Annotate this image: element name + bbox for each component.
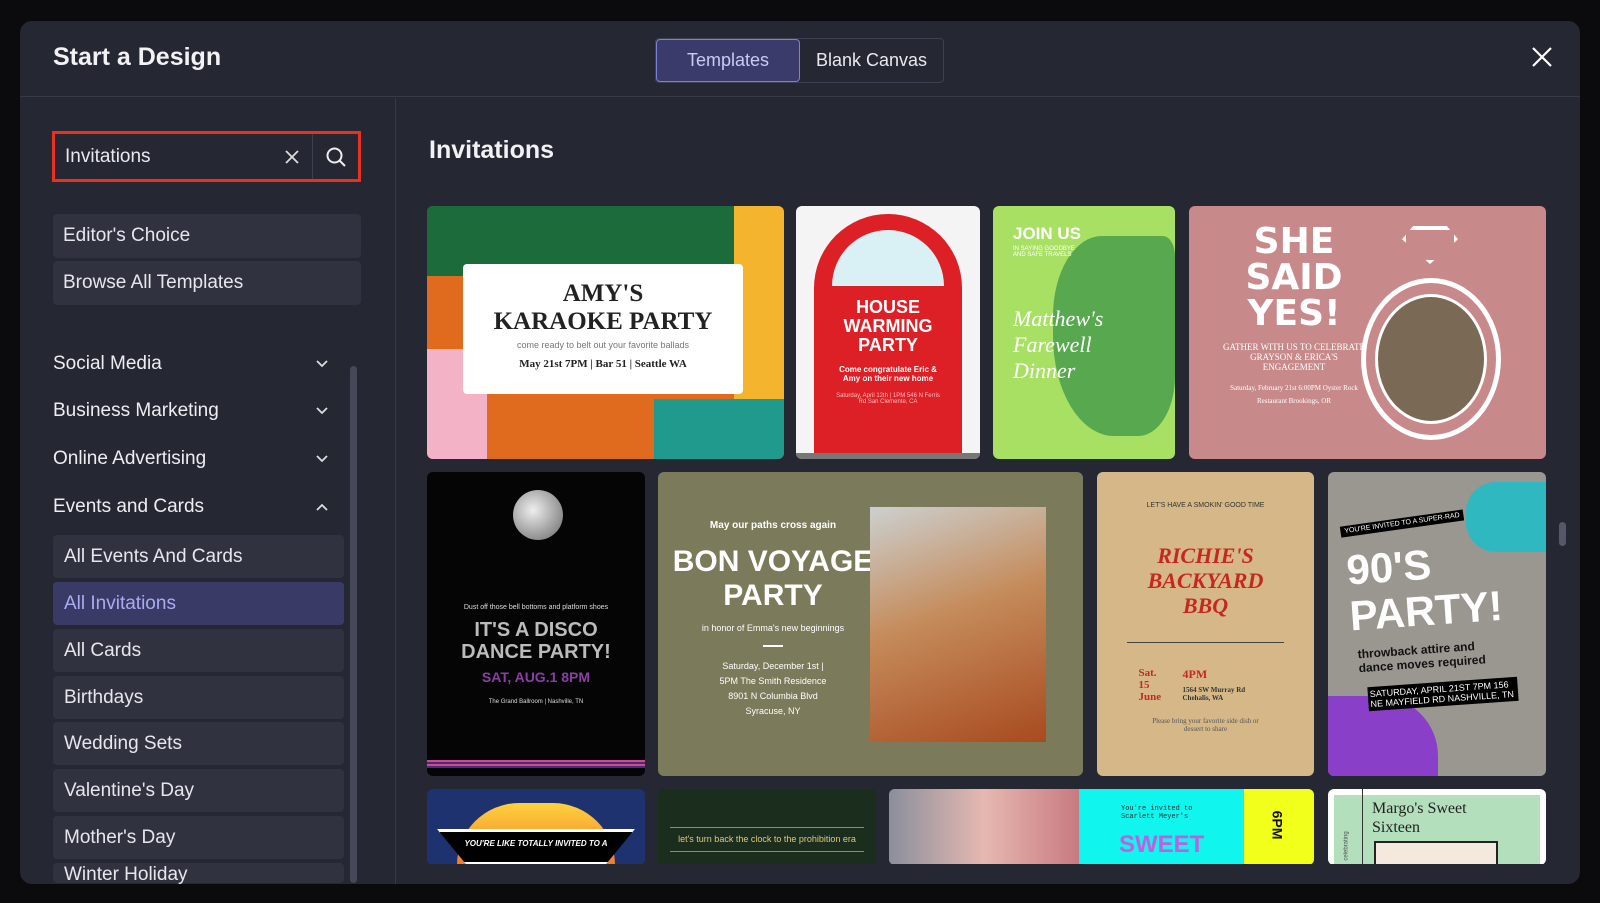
card-title: RICHIE'S BACKYARD BBQ [1147,543,1264,618]
card-side-text: celebrating [1343,831,1350,861]
close-icon[interactable] [1530,45,1554,69]
category-label: Events and Cards [53,496,205,517]
template-card-prohibition[interactable]: let's turn back the clock to the prohibi… [658,789,876,864]
category-online-advertising[interactable]: Online Advertising [53,446,328,472]
card-title: SHE SAID YES! [1245,221,1343,334]
browse-all-templates-button[interactable]: Browse All Templates [53,261,361,305]
template-card-bon-voyage[interactable]: May our paths cross again BON VOYAGE PAR… [658,472,1083,776]
mode-tabs: Templates Blank Canvas [655,38,945,83]
card-kicker: YOU'RE INVITED TO A SUPER-RAD [1339,509,1465,538]
card-details: Saturday, April 12th | 1PM 546 N Ferris … [836,393,940,405]
template-card-sweet-sixteen[interactable]: Margo's Sweet Sixteen celebrating [1328,789,1546,864]
chevron-up-icon [316,503,328,511]
card-note: Please bring your favorite side dish or … [1152,717,1259,733]
template-card-disco[interactable]: Dust off those bell bottoms and platform… [427,472,645,776]
start-design-modal: Start a Design Templates Blank Canvas In… [20,21,1580,884]
category-label: Business Marketing [53,400,219,421]
photo [889,789,1079,864]
card-venue: The Grand Ballroom | Nashville, TN [488,699,584,705]
sidebar-item-all-invitations[interactable]: All Invitations [53,582,344,625]
modal-header: Start a Design Templates Blank Canvas [20,21,1580,97]
card-title: AMY'S [562,280,644,307]
search-input[interactable]: Invitations [55,146,272,168]
card-subtitle: come ready to belt out your favorite bal… [516,340,690,350]
sidebar-item-all-cards[interactable]: All Cards [53,629,344,672]
category-label: Online Advertising [53,448,207,469]
card-subtitle: IN SAYING GOODBYE AND SAFE TRAVELS [1013,246,1075,258]
template-card-80s[interactable]: YOU'RE LIKE TOTALLY INVITED TO A [427,789,645,864]
card-details: Saturday, December 1st | 5PM The Smith R… [719,661,827,716]
template-card-engagement[interactable]: SHE SAID YES! GATHER WITH US TO CELEBRAT… [1189,206,1546,459]
card-subtitle: throwback attire and dance moves require… [1357,639,1487,676]
category-social-media[interactable]: Social Media [53,351,328,377]
photo [870,507,1046,742]
card-kicker: May our paths cross again [709,520,837,531]
card-date: Sat. 15 June [1138,667,1162,703]
sidebar-scrollbar[interactable] [350,366,357,883]
chevron-down-icon [316,407,328,415]
card-title: SWEET [1119,831,1205,858]
card-kicker: YOU'RE LIKE TOTALLY INVITED TO A [464,839,608,848]
card-title: JOIN US [1013,224,1082,243]
clear-search-icon[interactable] [272,134,312,179]
card-subtitle: Dust off those bell bottoms and platform… [463,604,609,611]
card-kicker: LET'S HAVE A SMOKIN' GOOD TIME [1146,502,1265,509]
card-title: Margo's Sweet Sixteen [1372,800,1467,836]
gallery-scrollbar[interactable] [1559,522,1566,546]
sidebar-item-wedding-sets[interactable]: Wedding Sets [53,722,344,765]
search-box: Invitations [52,131,361,182]
sidebar-item-winter-holiday[interactable]: Winter Holiday [53,863,344,884]
card-details: SATURDAY, APRIL 21ST 7PM 156 NE MAYFIELD… [1367,676,1519,712]
card-address: 1564 SW Murray Rd Chehalis, WA [1182,686,1246,702]
card-title: HOUSE WARMING PARTY [843,297,933,355]
card-script-title: Matthew's Farewell Dinner [1013,306,1104,383]
card-subtitle: in honor of Emma's new beginnings [701,623,845,633]
tab-blank-canvas[interactable]: Blank Canvas [800,39,943,82]
category-business-marketing[interactable]: Business Marketing [53,398,328,424]
card-title: IT'S A DISCO DANCE PARTY! [461,619,611,663]
template-card-bbq[interactable]: LET'S HAVE A SMOKIN' GOOD TIME RICHIE'S … [1097,472,1314,776]
chevron-down-icon [316,455,328,463]
sidebar-item-valentines-day[interactable]: Valentine's Day [53,769,344,812]
template-card-sweet[interactable]: You're invited to Scarlett Meyer's SWEET… [889,789,1314,864]
card-title: 90'S PARTY! [1344,540,1505,640]
card-title: BON VOYAGE PARTY [672,545,874,612]
card-details: Saturday, February 21st 6:00PM Oyster Ro… [1230,384,1358,405]
template-card-farewell[interactable]: JOIN US IN SAYING GOODBYE AND SAFE TRAVE… [993,206,1175,459]
card-time: 4PM [1182,667,1208,681]
sidebar: Invitations Editor's Choice Browse All T… [20,98,396,884]
card-subtitle: GATHER WITH US TO CELEBRATE GRAYSON & ER… [1222,342,1365,372]
category-events-and-cards[interactable]: Events and Cards [53,494,328,520]
category-label: Social Media [53,353,162,374]
sidebar-item-mothers-day[interactable]: Mother's Day [53,816,344,859]
template-card-90s[interactable]: YOU'RE INVITED TO A SUPER-RAD 90'S PARTY… [1328,472,1546,776]
card-time: 6PM [1269,810,1286,840]
search-icon[interactable] [312,134,358,179]
card-subtitle: You're invited to Scarlett Meyer's [1121,805,1193,821]
template-card-housewarming[interactable]: HOUSE WARMING PARTY Come congratulate Er… [796,206,980,459]
card-details: May 21st 7PM | Bar 51 | Seattle WA [519,358,687,370]
template-card-karaoke[interactable]: AMY'S KARAOKE PARTY come ready to belt o… [427,206,784,459]
chevron-down-icon [316,360,328,368]
sidebar-item-birthdays[interactable]: Birthdays [53,676,344,719]
template-gallery: Invitations AMY'S KARAOKE PARTY come rea… [397,98,1580,864]
editors-choice-button[interactable]: Editor's Choice [53,214,361,258]
modal-title: Start a Design [53,43,222,71]
card-subtitle: Come congratulate Eric & Amy on their ne… [839,365,937,383]
sidebar-item-all-events-and-cards[interactable]: All Events And Cards [53,535,344,578]
tab-templates[interactable]: Templates [656,39,800,82]
card-date: SAT, AUG.1 8PM [481,669,591,685]
card-subtitle: let's turn back the clock to the prohibi… [678,834,856,844]
card-title: KARAOKE PARTY [493,308,713,335]
gallery-heading: Invitations [429,136,555,164]
